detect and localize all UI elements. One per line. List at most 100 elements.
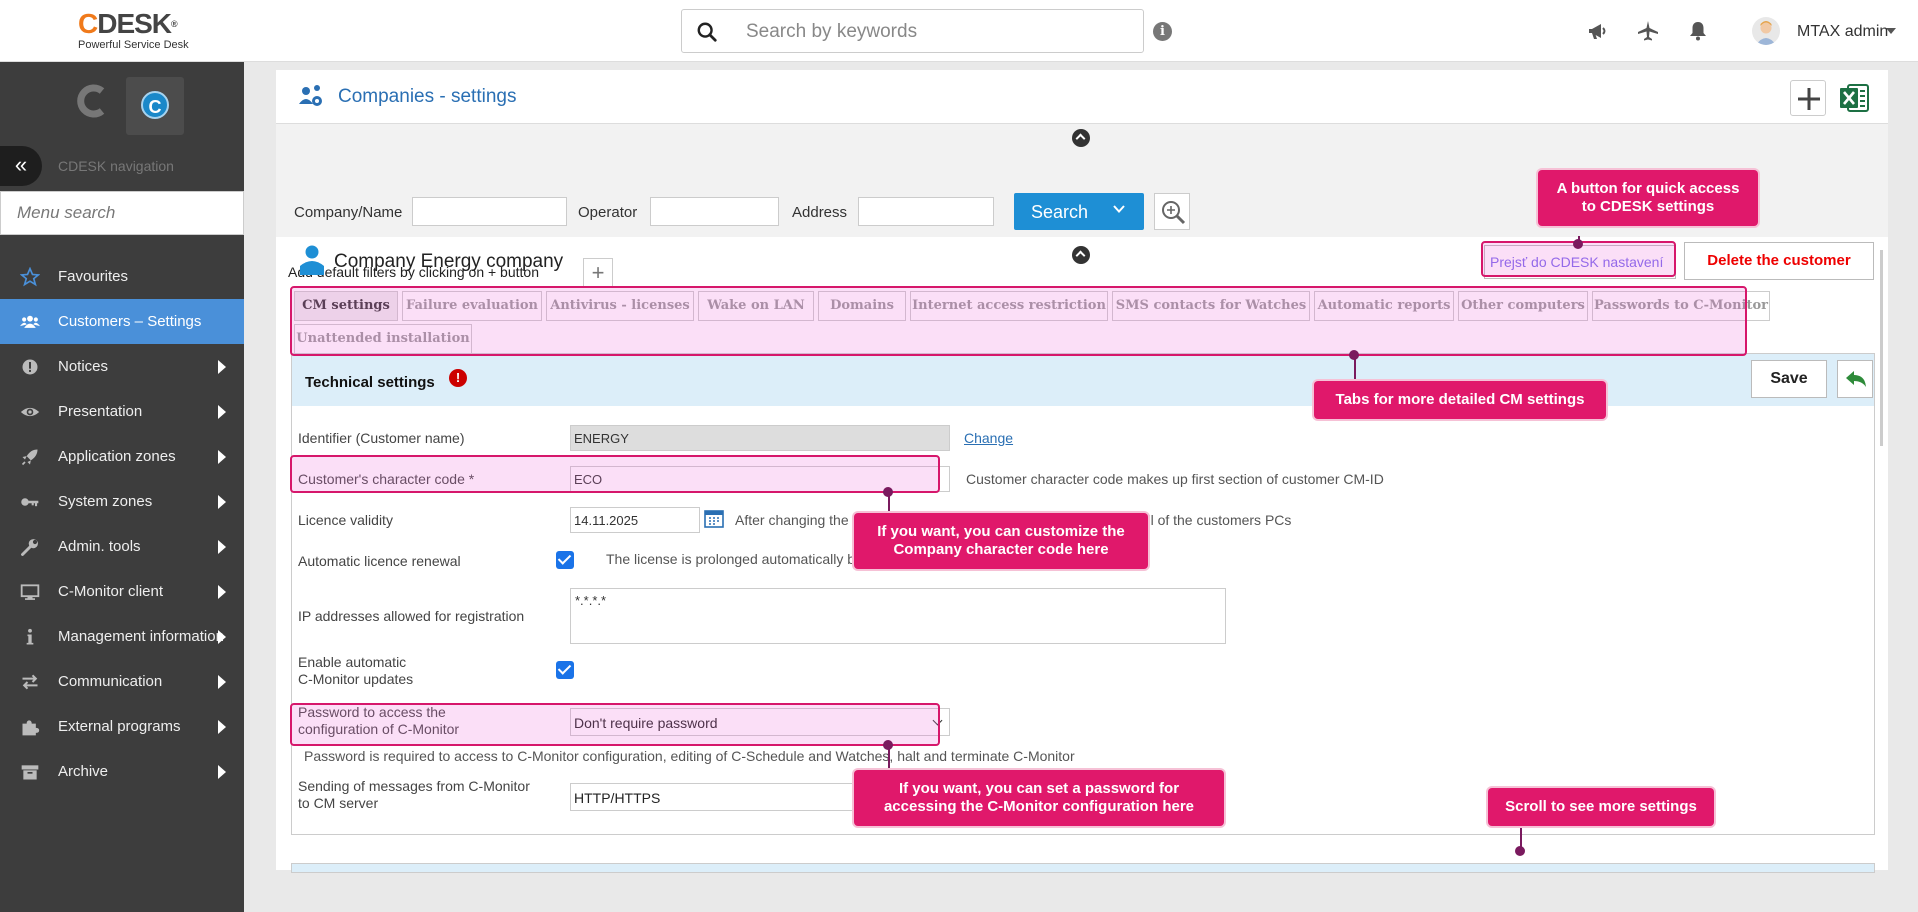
licence-validity-label: Licence validity [298,512,393,528]
sidebar-item-label: Presentation [58,403,143,420]
collapse-filters-icon[interactable] [1072,129,1090,147]
tabs-callout: Tabs for more detailed CM settings [1314,381,1606,419]
auto-update-label-line2: C-Monitor updates [298,671,414,687]
advanced-search-button[interactable] [1154,193,1190,230]
sending-messages-label-line2: to CM server [298,795,379,811]
sidebar-item-admin-tools[interactable]: Admin. tools [0,524,244,569]
logo-tagline: Powerful Service Desk [78,39,189,51]
sidebar-item-archive[interactable]: Archive [0,749,244,794]
ip-addresses-textarea[interactable]: *.*.*.* [570,588,1226,644]
connector-dot [1515,846,1525,856]
global-search [681,9,1144,53]
sidebar-item-notices[interactable]: Notices [0,344,244,389]
add-company-button[interactable] [1790,80,1826,116]
info-icon [26,628,34,645]
caret-right-icon [218,450,226,464]
sidebar-item-communication[interactable]: Communication [0,659,244,704]
sidebar-item-presentation[interactable]: Presentation [0,389,244,434]
callout-line: A button for quick access [1556,180,1740,197]
sidebar-item-label: Archive [58,763,109,780]
address-label: Address [792,204,848,221]
cdesk-button-callout: A button for quick access to CDESK setti… [1538,170,1758,226]
licence-validity-input[interactable] [570,507,700,533]
sidebar-logos: C [0,62,244,142]
sidebar-nav-header: « CDESK navigation [0,146,244,186]
technical-settings-box: Technical settings ! Save Identifier (Cu… [291,353,1875,835]
auto-renewal-checkbox[interactable] [556,551,574,569]
menu-search-input[interactable] [1,192,243,234]
save-button[interactable]: Save [1751,360,1827,398]
chevron-down-icon[interactable] [1886,28,1896,34]
sidebar: C « CDESK navigation Favourites Customer… [0,62,244,912]
warning-icon: ! [449,369,467,387]
sidebar-item-application-zones[interactable]: Application zones [0,434,244,479]
caret-right-icon [218,585,226,599]
back-button[interactable] [1837,360,1873,398]
bell-icon[interactable] [1686,19,1710,43]
search-button[interactable]: Search [1014,193,1144,230]
sidebar-item-label: Admin. tools [58,538,141,555]
sidebar-nav-label: CDESK navigation [58,158,174,174]
caret-right-icon [218,360,226,374]
caret-right-icon [218,495,226,509]
page-title: Companies - settings [338,86,517,107]
info-icon[interactable]: i [1153,22,1172,41]
user-avatar-icon[interactable] [1752,17,1780,45]
sidebar-item-external-programs[interactable]: External programs [0,704,244,749]
cmonitor-logo-button[interactable]: C [126,77,184,135]
address-input[interactable] [858,197,994,226]
collapse-sidebar-icon[interactable]: « [0,146,42,186]
sidebar-item-c-monitor-client[interactable]: C-Monitor client [0,569,244,614]
next-settings-box [291,863,1875,873]
auto-update-checkbox[interactable] [556,661,574,679]
sidebar-item-label: Management information [58,628,224,645]
callout-line: Tabs for more detailed CM settings [1335,391,1585,408]
plus-icon [1798,88,1820,110]
caret-right-icon [218,540,226,554]
callout-line: Scroll to see more settings [1505,798,1697,815]
identifier-field: ENERGY [570,425,950,451]
archive-icon [21,765,39,780]
callout-line: If you want, you can customize the [877,523,1125,540]
sidebar-item-label: Communication [58,673,163,690]
airplane-icon[interactable] [1636,19,1660,43]
identifier-label: Identifier (Customer name) [298,430,465,446]
search-button-label: Search [1031,202,1089,222]
password-callout: If you want, you can set a password for … [854,770,1224,826]
operator-input[interactable] [650,197,779,226]
sidebar-item-customers-settings[interactable]: Customers – Settings [0,299,244,344]
sidebar-item-label: System zones [58,493,153,510]
user-name[interactable]: MTAX admin [1797,23,1888,41]
connector-dot [883,487,893,497]
rocket-icon [21,449,38,466]
megaphone-icon[interactable] [1586,19,1610,43]
menu-search [0,191,244,235]
cdesk-c-logo-icon[interactable] [68,77,116,125]
connector-dot [1349,350,1359,360]
calendar-icon[interactable] [703,507,725,529]
star-icon [20,267,40,287]
connector-dot [883,740,893,750]
chevron-down-icon[interactable] [1112,202,1126,216]
users-icon [20,315,40,328]
sidebar-item-label: C-Monitor client [58,583,164,600]
search-icon[interactable] [696,21,718,43]
sidebar-item-system-zones[interactable]: System zones [0,479,244,524]
global-search-input[interactable] [746,19,1126,45]
cdesk-logo[interactable]: CDESK® Powerful Service Desk [78,10,189,52]
back-arrow-icon [1846,371,1866,387]
sending-messages-value: HTTP/HTTPS [574,790,661,806]
change-identifier-link[interactable]: Change [964,430,1013,446]
scrollbar[interactable] [1880,250,1883,446]
technical-settings-title: Technical settings [305,374,435,391]
export-excel-button[interactable] [1836,80,1872,116]
scroll-callout: Scroll to see more settings [1488,788,1714,826]
company-name-input[interactable] [412,197,567,226]
sidebar-item-management-information[interactable]: Management information [0,614,244,659]
puzzle-icon [22,720,40,736]
tabs-highlight [290,286,1747,356]
connector-dot [1573,239,1583,249]
sidebar-item-favourites[interactable]: Favourites [0,254,244,299]
delete-customer-button[interactable]: Delete the customer [1684,242,1874,280]
callout-line: Company character code here [893,541,1109,558]
